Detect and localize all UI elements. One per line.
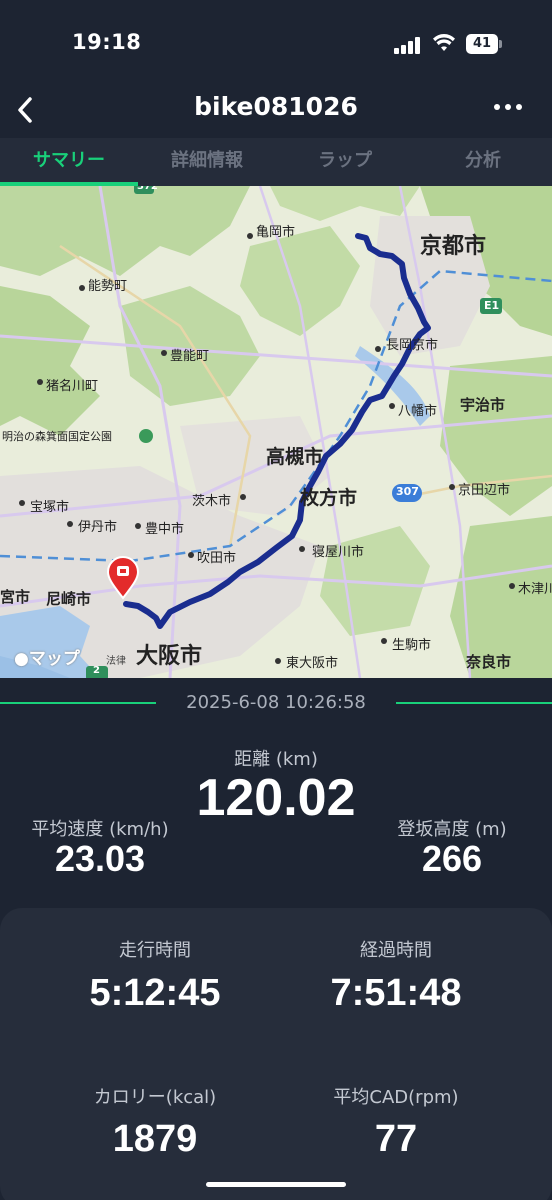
map-label-park: 明治の森箕面国定公園 bbox=[2, 430, 112, 443]
maps-brand-label: ●マップ bbox=[14, 649, 80, 669]
moving-time-label: 走行時間 bbox=[119, 940, 191, 961]
map-label-neyagawa: 寝屋川市 bbox=[312, 545, 365, 560]
legal-link[interactable]: 法律 bbox=[106, 652, 126, 667]
route-shield-2: 2 bbox=[93, 665, 100, 676]
route-shield-372: 372 bbox=[137, 186, 158, 192]
avg-speed-value: 23.03 bbox=[54, 838, 146, 879]
apple-logo-icon: ● bbox=[14, 649, 29, 669]
map-label-amagasaki: 尼崎市 bbox=[46, 590, 92, 608]
map-label-nishinomiya: 宮市 bbox=[0, 588, 31, 606]
map-label-nose: 能勢町 bbox=[88, 279, 128, 294]
map-label-uji: 宇治市 bbox=[460, 396, 506, 414]
tab-laps[interactable]: ラップ bbox=[276, 138, 414, 186]
map-label-hirakata: 枚方市 bbox=[300, 487, 358, 509]
calories-label: カロリー(kcal) bbox=[93, 1087, 217, 1108]
tab-details[interactable]: 詳細情報 bbox=[138, 138, 276, 186]
map-label-suita: 吹田市 bbox=[197, 551, 237, 566]
tab-bar: サマリー 詳細情報 ラップ 分析 bbox=[0, 138, 552, 186]
map-label-inagawa: 猪名川町 bbox=[46, 379, 99, 394]
nav-header: bike081026 bbox=[0, 84, 552, 138]
map-label-takatsuki: 高槻市 bbox=[266, 446, 324, 468]
ride-date-row: 2025-6-08 10:26:58 bbox=[0, 688, 552, 718]
status-bar: 19:18 41 bbox=[0, 0, 552, 90]
moving-time-value: 5:12:45 bbox=[89, 972, 221, 1014]
map-label-kyotanabe: 京田辺市 bbox=[458, 483, 511, 498]
tab-analysis[interactable]: 分析 bbox=[414, 138, 552, 186]
home-indicator[interactable] bbox=[206, 1182, 346, 1187]
map-label-ibaraki: 茨木市 bbox=[192, 494, 232, 509]
elapsed-time-label: 経過時間 bbox=[360, 940, 432, 961]
map-label-nara: 奈良市 bbox=[466, 653, 512, 671]
map-label-higashiosaka: 東大阪市 bbox=[286, 656, 339, 671]
route-shield-307: 307 bbox=[396, 485, 419, 498]
battery-level: 41 bbox=[466, 34, 498, 54]
map-label-toyonaka: 豊中市 bbox=[145, 522, 185, 537]
tab-summary[interactable]: サマリー bbox=[0, 138, 138, 186]
status-time: 19:18 bbox=[72, 30, 142, 54]
cellular-signal-icon bbox=[394, 36, 424, 54]
map-label-nagaokakyo: 長岡京市 bbox=[386, 338, 439, 353]
cadence-label: 平均CAD(rpm) bbox=[333, 1087, 459, 1108]
page-title: bike081026 bbox=[194, 92, 358, 121]
wifi-icon bbox=[433, 34, 455, 51]
map-label-osaka: 大阪市 bbox=[136, 644, 203, 669]
cadence-value: 77 bbox=[374, 1118, 418, 1160]
ellipsis-icon[interactable] bbox=[494, 102, 524, 112]
map-label-toyono: 豊能町 bbox=[170, 349, 210, 364]
calories-value: 1879 bbox=[112, 1118, 198, 1160]
map-label-ikoma: 生駒市 bbox=[392, 638, 432, 653]
elapsed-time-value: 7:51:48 bbox=[330, 972, 462, 1014]
ride-date: 2025-6-08 10:26:58 bbox=[186, 692, 366, 713]
route-shield-e1: E1 bbox=[484, 299, 500, 312]
route-map[interactable]: 亀岡市 京都市 能勢町 豊能町 長岡京市 猪名川町 八幡市 宇治市 明治の森箕面… bbox=[0, 186, 552, 678]
battery-icon: 41 bbox=[466, 34, 502, 54]
map-label-kameoka: 亀岡市 bbox=[256, 225, 296, 240]
map-label-kyoto: 京都市 bbox=[420, 234, 487, 259]
climb-value: 266 bbox=[421, 838, 483, 879]
map-label-kizugawa: 木津川 bbox=[518, 582, 552, 597]
map-label-itami: 伊丹市 bbox=[78, 520, 118, 535]
map-label-takarazuka: 宝塚市 bbox=[30, 500, 70, 515]
map-label-yawata: 八幡市 bbox=[398, 404, 438, 419]
